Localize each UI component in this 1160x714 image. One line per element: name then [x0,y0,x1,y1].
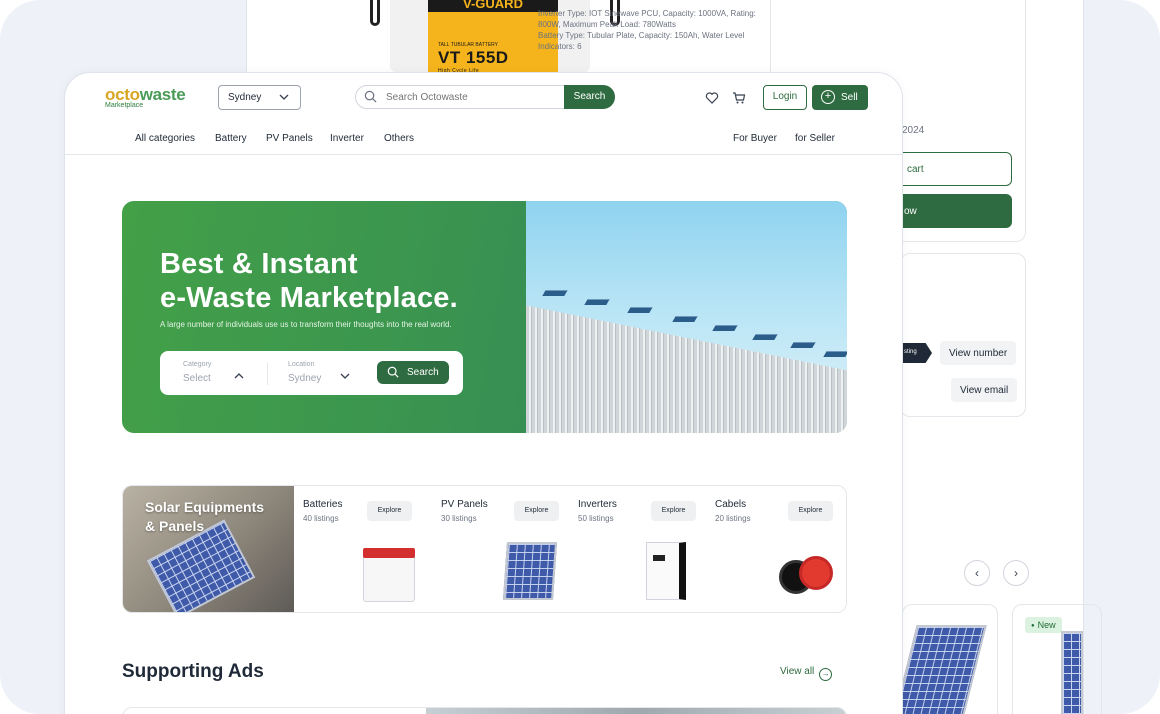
location-value: Sydney [228,92,262,103]
cable-product-image [779,556,835,596]
hero-search-box: Category Select Location Sydney Search [160,351,463,395]
chevron-down-icon [278,91,290,106]
listing-date: 2024 [902,125,925,136]
location-select[interactable]: Sydney [218,85,301,110]
related-product-card[interactable]: New [1012,604,1102,714]
nav-for-seller[interactable]: for Seller [795,133,835,144]
nav-battery[interactable]: Battery [215,133,247,144]
search-input[interactable] [386,90,556,105]
nav-others[interactable]: Others [384,133,414,144]
view-email-button[interactable]: View email [951,378,1018,402]
view-all-link[interactable]: View all → [780,666,833,681]
hero-search-button[interactable]: Search [377,361,449,384]
category-count: 20 listings [715,514,751,523]
location-label: Location [288,361,315,368]
hero-solar-roof-image [526,201,847,433]
category-name-inverters: Inverters [578,499,617,510]
explore-inverters-button[interactable]: Explore [651,501,696,521]
product-specs: Inverter Type: IOT Sinewave PCU, Capacit… [538,9,756,51]
battery-product-image [359,544,419,602]
plus-icon: + [821,90,835,104]
chevron-left-icon[interactable]: ‹ [964,560,990,586]
explore-batteries-button[interactable]: Explore [367,501,412,521]
explore-pv-panels-button[interactable]: Explore [514,501,559,521]
search-icon [387,366,399,378]
ad-image[interactable] [426,708,846,714]
homepage-window: octowaste Marketplace Sydney Search Logi… [64,72,903,714]
explore-cabels-button[interactable]: Explore [788,501,833,521]
arrow-right-icon: → [819,668,833,681]
category-count: 50 listings [578,514,614,523]
category-name-batteries: Batteries [303,499,343,510]
category-name-cabels: Cabels [715,499,747,510]
category-count: 40 listings [303,514,339,523]
solar-panel-image [502,542,558,600]
background: V-GUARD TALL TUBULAR BATTERY VT 155D High… [0,0,1160,714]
view-number-button[interactable]: View number [940,341,1017,365]
category-select[interactable]: Select [183,373,211,384]
logo-subtitle: Marketplace [105,102,144,109]
nav-pv-panels[interactable]: PV Panels [266,133,313,144]
search-button[interactable]: Search [564,85,615,109]
hero-banner: Best & Instant e-Waste Marketplace. A la… [122,201,847,433]
solar-equipment-title: Solar Equipments & Panels [145,499,265,534]
search-bar: Search [355,85,615,109]
category-count: 30 listings [441,514,477,523]
solar-panel-image [1061,631,1083,714]
nav-all-categories[interactable]: All categories [135,133,195,144]
chevron-right-icon[interactable]: › [1003,560,1029,586]
solar-equipment-banner[interactable]: Solar Equipments & Panels [123,486,294,612]
hero-title: Best & Instant e-Waste Marketplace. [160,248,458,314]
nav-for-buyer[interactable]: For Buyer [733,133,777,144]
inverter-product-image [646,542,686,600]
related-product-card[interactable] [902,604,998,714]
category-strip: Solar Equipments & Panels Batteries 40 l… [122,485,847,613]
ads-strip [122,707,847,714]
sell-button[interactable]: + Sell [812,85,868,110]
cart-icon[interactable] [732,91,746,105]
search-icon [364,90,377,103]
category-name-pv-panels: PV Panels [441,499,488,510]
solar-panel-image [903,625,987,714]
supporting-ads-title: Supporting Ads [122,661,264,682]
category-label: Category [183,361,212,368]
login-button[interactable]: Login [763,85,807,110]
nav-inverter[interactable]: Inverter [330,133,364,144]
hero-subtitle: A large number of individuals use us to … [160,320,452,329]
chevron-up-icon[interactable] [233,370,245,385]
chevron-down-icon[interactable] [339,370,351,385]
site-header: octowaste Marketplace Sydney Search Logi… [65,73,902,155]
new-badge: New [1025,617,1062,633]
listing-tag: sting [900,343,932,363]
sell-label: Sell [841,92,858,103]
heart-icon[interactable] [705,91,719,105]
location-select[interactable]: Sydney [288,373,321,384]
